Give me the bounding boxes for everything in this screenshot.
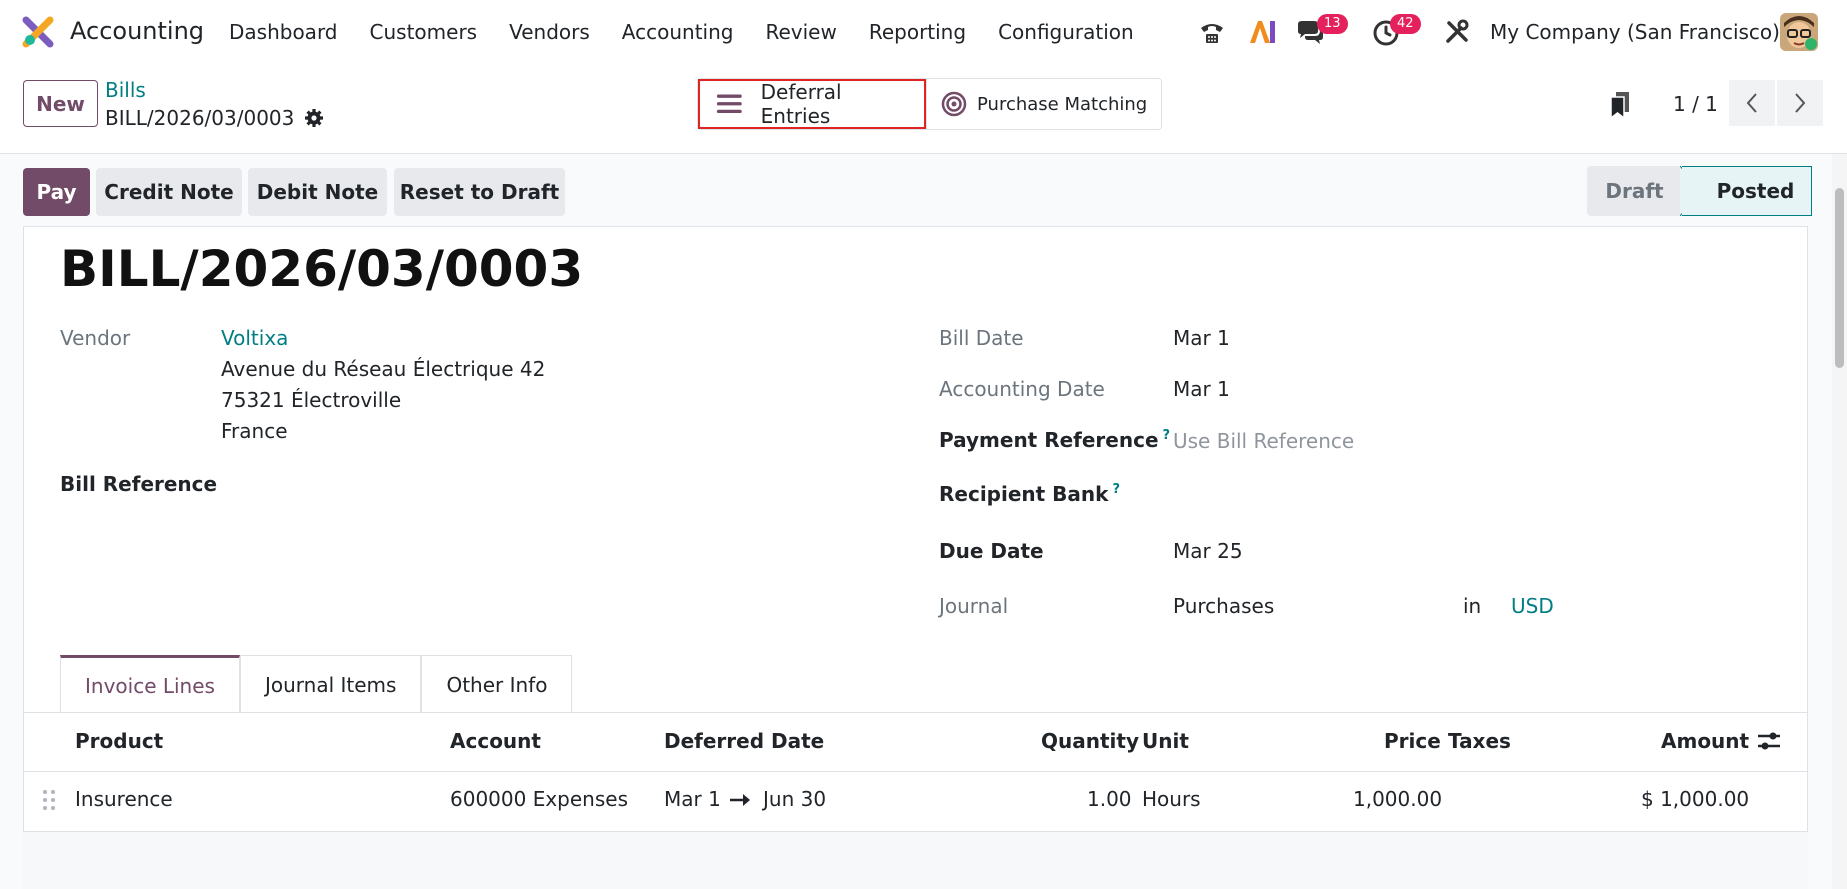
menu-customers[interactable]: Customers [370,20,478,44]
menu-dashboard[interactable]: Dashboard [229,20,338,44]
menu-accounting[interactable]: Accounting [622,20,734,44]
tools-icon[interactable] [1441,16,1473,48]
phone-icon[interactable] [1196,16,1228,48]
pager-next-button[interactable] [1777,80,1823,126]
gear-icon[interactable] [304,108,324,128]
activities-badge: 42 [1390,14,1421,34]
empty-row [23,832,1808,889]
row-product[interactable]: Insurence [75,787,173,811]
col-product[interactable]: Product [75,729,163,753]
due-date-label: Due Date [939,539,1044,563]
breadcrumb-current: BILL/2026/03/0003 [105,106,324,130]
app-name[interactable]: Accounting [70,17,204,45]
recipient-bank-label-text: Recipient Bank [939,482,1109,506]
menu-reporting[interactable]: Reporting [869,20,966,44]
bill-reference-label: Bill Reference [60,472,218,496]
deferral-entries-label: Deferral Entries [760,80,842,128]
accounting-date-label: Accounting Date [939,377,1105,401]
row-deferred-end[interactable]: Jun 30 [763,787,826,811]
company-switcher[interactable]: My Company (San Francisco) [1490,20,1780,44]
record-title: BILL/2026/03/0003 [60,240,584,298]
payment-reference-label-text: Payment Reference [939,428,1159,452]
status-posted[interactable]: Posted [1682,166,1812,216]
form-sheet [23,226,1808,889]
deferral-entries-button[interactable]: Deferral Entries [698,79,926,129]
header-divider [23,771,1808,772]
col-amount[interactable]: Amount [1661,729,1749,753]
pager-value[interactable]: 1 / 1 [1673,92,1718,116]
tab-journal-items[interactable]: Journal Items [239,655,422,713]
journal-field[interactable]: Purchases [1173,594,1274,618]
list-bars-icon [716,94,742,114]
due-date-field[interactable]: Mar 25 [1173,539,1243,563]
pay-button[interactable]: Pay [23,168,90,216]
breadcrumb-bills[interactable]: Bills [105,78,146,102]
arrow-right-icon [730,794,750,806]
breadcrumb-current-label: BILL/2026/03/0003 [105,106,295,130]
tab-other-info[interactable]: Other Info [421,655,573,713]
journal-in-text: in [1463,594,1482,618]
row-account[interactable]: 600000 Expenses [450,787,628,811]
col-unit[interactable]: Unit [1142,729,1189,753]
vendor-address-line-3: France [221,419,288,443]
accounting-app-icon[interactable] [22,16,54,48]
col-deferred-date[interactable]: Deferred Date [664,729,824,753]
drag-handle-icon[interactable] [42,789,56,811]
col-quantity[interactable]: Quantity [1041,729,1139,753]
user-avatar[interactable] [1780,13,1818,51]
recipient-bank-help[interactable]: ? [1112,482,1120,497]
notebook-tabs: Invoice Lines Journal Items Other Info [60,655,573,713]
bill-date-field[interactable]: Mar 1 [1173,326,1230,350]
reset-to-draft-button[interactable]: Reset to Draft [394,168,565,216]
column-settings-icon[interactable] [1756,729,1782,753]
currency-link[interactable]: USD [1511,594,1554,618]
documents-icon[interactable] [1608,90,1632,120]
scrollbar-thumb[interactable] [1835,188,1844,368]
row-amount: $ 1,000.00 [1641,787,1750,811]
row-quantity[interactable]: 1.00 [1087,787,1132,811]
status-draft[interactable]: Draft [1587,166,1682,216]
row-price[interactable]: 1,000.00 [1353,787,1442,811]
accounting-date-field[interactable]: Mar 1 [1173,377,1230,401]
row-unit[interactable]: Hours [1142,787,1201,811]
purchase-matching-button[interactable]: Purchase Matching [926,79,1161,129]
recipient-bank-label: Recipient Bank? [939,482,1120,506]
tabs-divider [23,712,1808,713]
credit-note-button[interactable]: Credit Note [96,168,242,216]
avatar-face-icon [1780,13,1818,51]
col-price[interactable]: Price [1384,729,1441,753]
chevron-left-icon [1746,93,1757,113]
status-bar: Draft Posted [1587,166,1812,216]
bill-date-label: Bill Date [939,326,1024,350]
col-taxes[interactable]: Taxes [1448,729,1511,753]
payment-reference-help[interactable]: ? [1163,428,1171,443]
row-deferred-start[interactable]: Mar 1 [664,787,721,811]
vendor-address-line-1: Avenue du Réseau Électrique 42 [221,357,546,381]
col-account[interactable]: Account [450,729,541,753]
chevron-right-icon [1795,93,1806,113]
debit-note-button[interactable]: Debit Note [248,168,387,216]
smart-buttons: Deferral Entries Purchase Matching [697,78,1163,130]
vendor-link[interactable]: Voltixa [221,326,288,350]
messages-badge: 13 [1317,14,1348,34]
target-icon [941,91,967,117]
vendor-label: Vendor [60,326,131,350]
menu-review[interactable]: Review [765,20,836,44]
vendor-address-line-2: 75321 Électroville [221,388,402,412]
ai-icon[interactable] [1246,16,1278,48]
menu-vendors[interactable]: Vendors [509,20,590,44]
control-panel: New Bills BILL/2026/03/0003 Deferral Ent… [0,64,1847,154]
top-navbar: Accounting Dashboard Customers Vendors A… [0,0,1847,64]
tab-invoice-lines[interactable]: Invoice Lines [60,655,240,713]
payment-reference-input[interactable]: Use Bill Reference [1173,429,1354,453]
payment-reference-label: Payment Reference? [939,428,1170,452]
purchase-matching-label: Purchase Matching [977,93,1148,115]
journal-label: Journal [939,594,1009,618]
new-button[interactable]: New [23,80,98,127]
menu-configuration[interactable]: Configuration [998,20,1134,44]
pager-previous-button[interactable] [1729,80,1775,126]
main-menu: Dashboard Customers Vendors Accounting R… [229,20,1166,44]
